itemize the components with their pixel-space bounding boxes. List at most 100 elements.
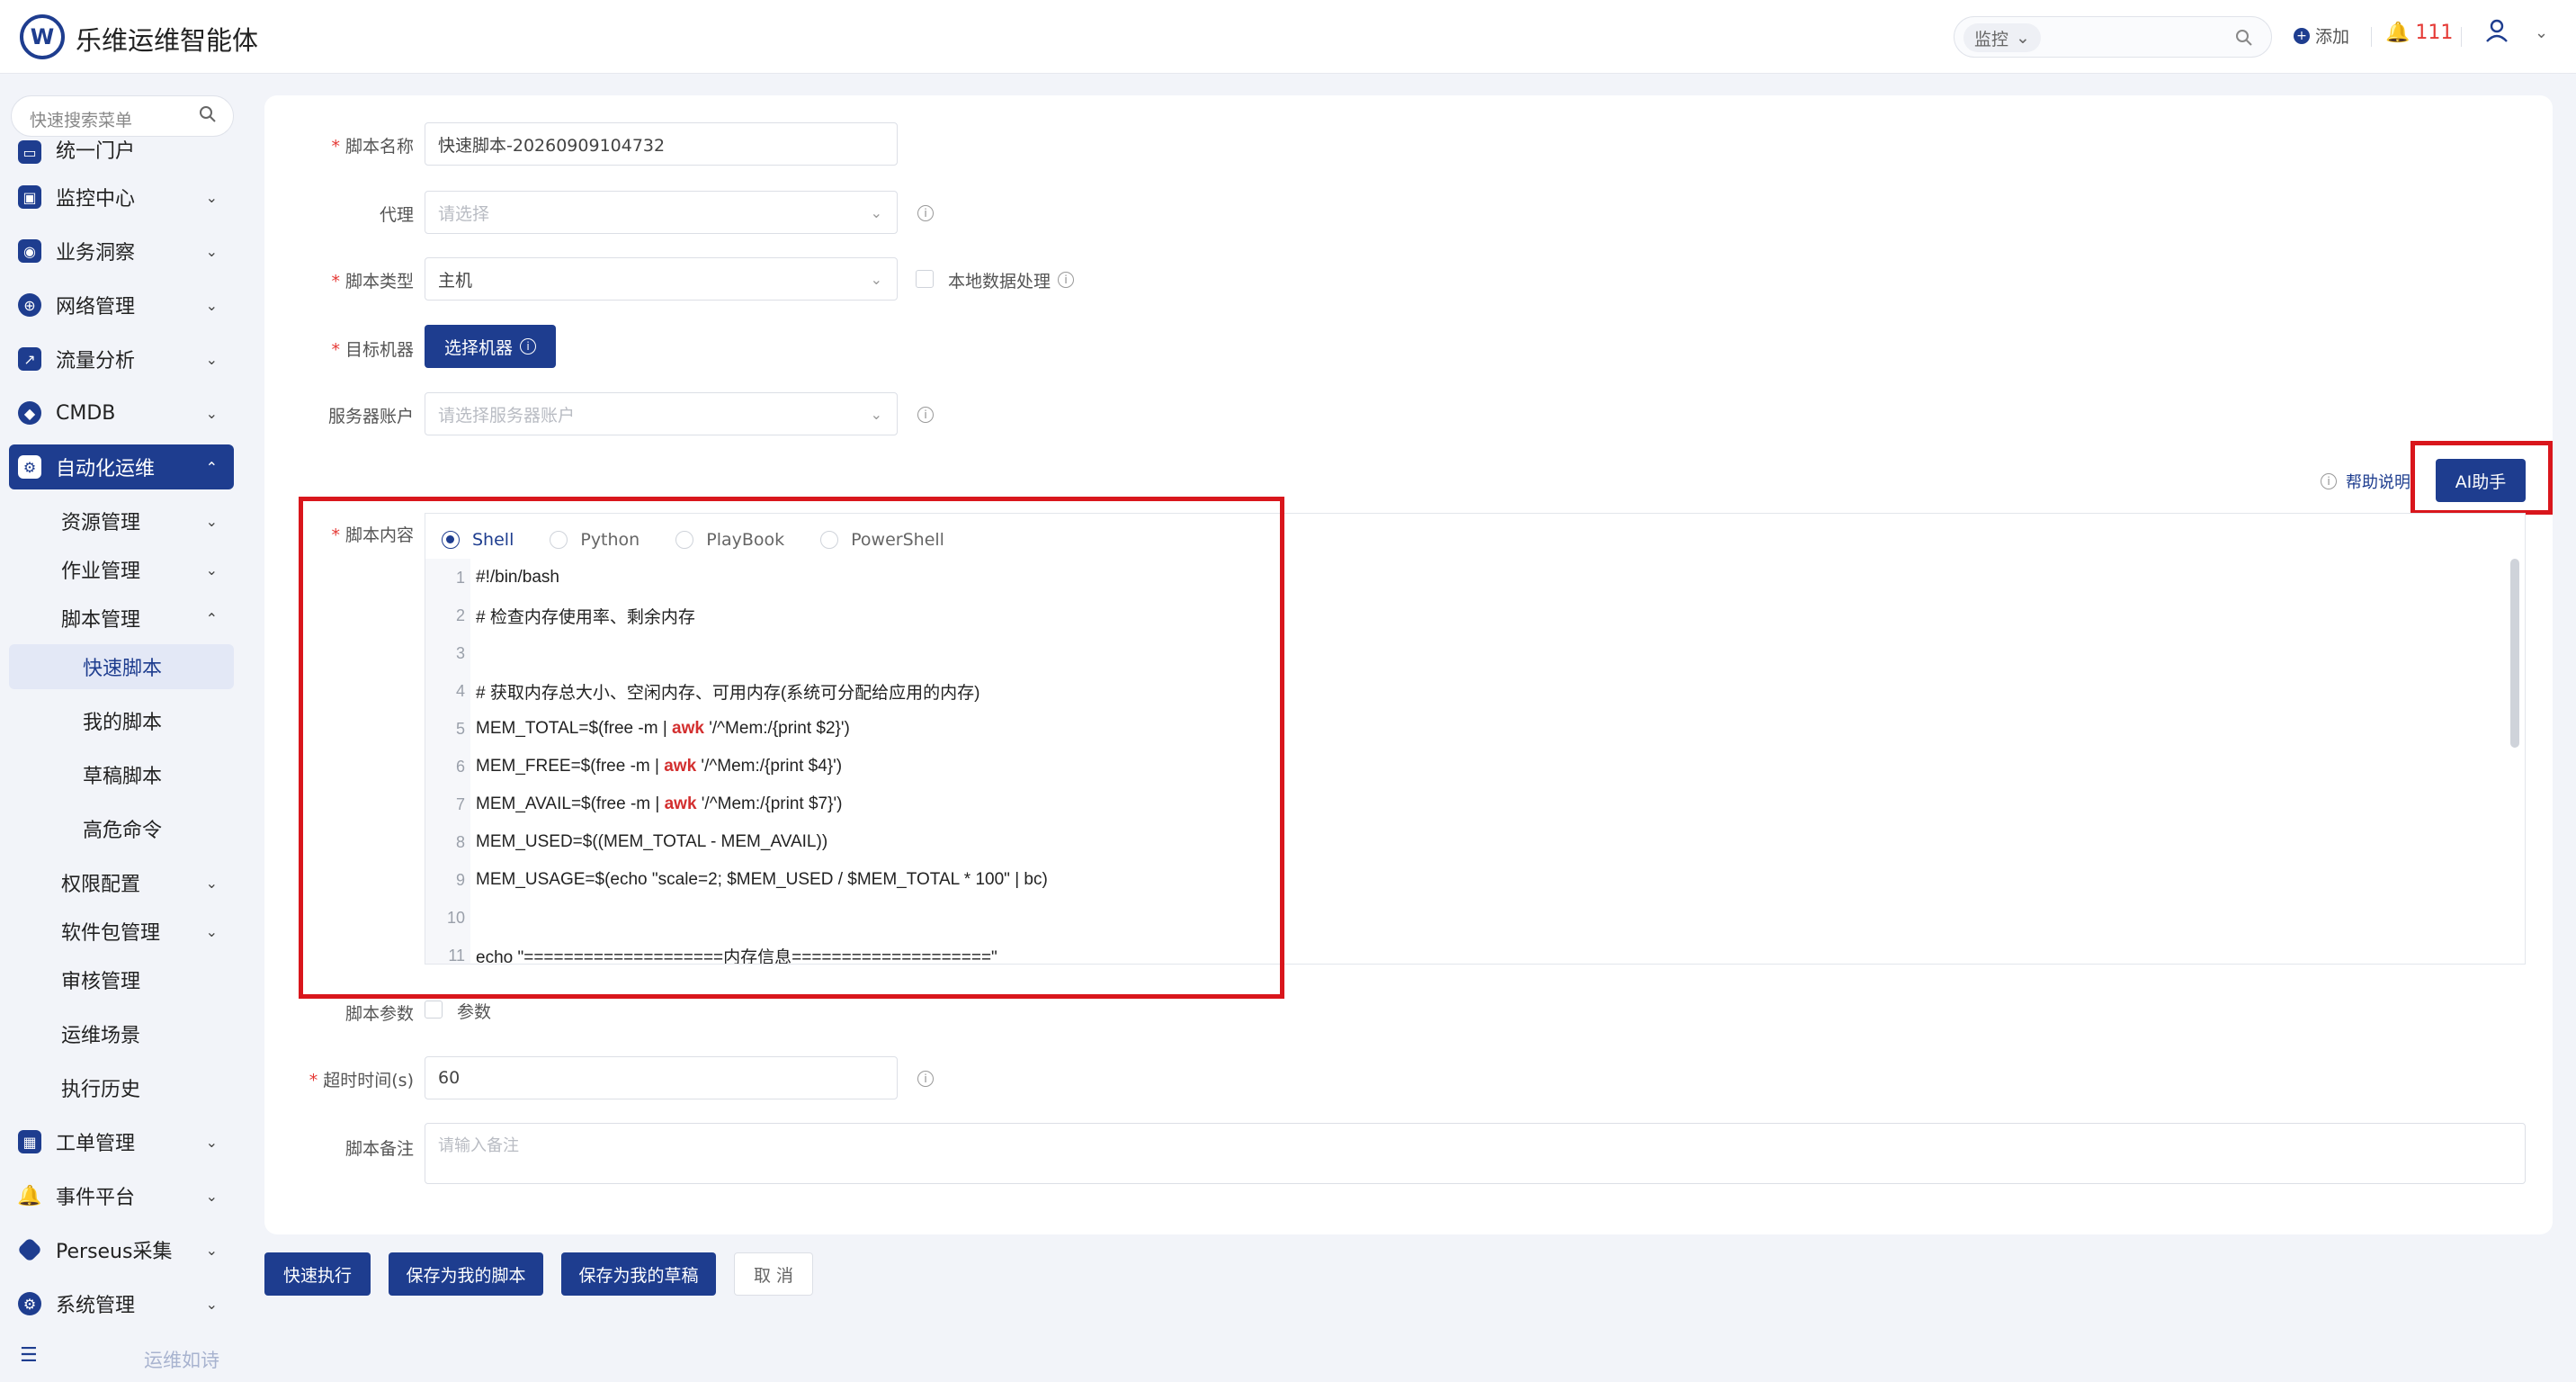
sidebar-item-portal[interactable]: ▭ 统一门户	[9, 137, 234, 164]
portal-icon: ▭	[18, 140, 41, 164]
chevron-down-icon: ⌄	[205, 350, 218, 368]
sidebar-item-resource[interactable]: 资源管理 ⌄	[9, 498, 234, 543]
remark-textarea[interactable]: 请输入备注	[425, 1123, 2526, 1184]
chevron-down-icon: ⌄	[870, 270, 882, 288]
sidebar-item-label: 我的脚本	[83, 712, 163, 734]
sidebar-item-traffic[interactable]: ↗ 流量分析 ⌄	[9, 337, 234, 381]
chevron-down-icon: ⌄	[205, 1133, 218, 1151]
cancel-button[interactable]: 取 消	[734, 1252, 813, 1296]
search-scope-label: 监控	[1974, 29, 2009, 49]
sidebar-item-quick-script[interactable]: 快速脚本	[9, 644, 234, 689]
menu-search-placeholder: 快速搜索菜单	[30, 111, 133, 130]
sidebar-item-scenario[interactable]: 运维场景	[9, 1011, 234, 1056]
sidebar-item-permission[interactable]: 权限配置 ⌄	[9, 860, 234, 905]
sidebar-item-label: 执行历史	[61, 1079, 141, 1101]
gear-icon: ⚙	[18, 1292, 41, 1315]
sidebar-item-job[interactable]: 作业管理 ⌄	[9, 547, 234, 592]
sidebar-item-label: 高危命令	[83, 820, 163, 842]
save-my-script-button[interactable]: 保存为我的脚本	[389, 1252, 543, 1296]
sidebar-item-automation[interactable]: ⚙ 自动化运维 ⌃	[9, 444, 234, 489]
help-link[interactable]: i 帮助说明	[2321, 470, 2411, 493]
target-machine-label: * 目标机器	[331, 340, 414, 360]
script-type-value: 主机	[438, 270, 473, 291]
chevron-down-icon[interactable]: ⌄	[2535, 23, 2548, 42]
timeout-label: * 超时时间(s)	[309, 1071, 414, 1090]
search-icon[interactable]	[2235, 29, 2253, 51]
editor-scrollbar[interactable]	[2510, 559, 2519, 748]
gear-icon: ⚙	[18, 455, 41, 479]
chevron-down-icon: ⌄	[205, 188, 218, 206]
user-icon[interactable]	[2484, 18, 2509, 49]
sidebar-item-my-script[interactable]: 我的脚本	[9, 698, 234, 743]
chevron-down-icon: ⌄	[870, 203, 882, 221]
select-machine-label: 选择机器	[443, 337, 513, 358]
sidebar: 快速搜索菜单 ▭ 统一门户 ▣ 监控中心 ⌄ ◉ 业务洞察 ⌄ ⊕ 网络管理 ⌄…	[0, 74, 243, 1382]
business-icon: ◉	[18, 239, 41, 263]
alert-count: 111	[2415, 22, 2454, 44]
info-icon: i	[2321, 473, 2337, 489]
collapse-menu-icon[interactable]: ☰	[20, 1344, 38, 1367]
sidebar-item-package[interactable]: 软件包管理 ⌄	[9, 909, 234, 954]
proxy-placeholder: 请选择	[438, 203, 490, 224]
diamond-icon	[16, 1236, 43, 1263]
sidebar-item-history[interactable]: 执行历史	[9, 1065, 234, 1110]
bell-icon: 🔔	[2385, 22, 2411, 44]
add-button[interactable]: + 添加	[2294, 23, 2349, 48]
params-checkbox-label: 参数	[457, 1002, 492, 1022]
script-name-label: * 脚本名称	[331, 137, 414, 157]
sidebar-item-label: 工单管理	[56, 1133, 136, 1155]
sidebar-item-perseus[interactable]: Perseus采集 ⌄	[9, 1227, 234, 1272]
sidebar-item-script[interactable]: 脚本管理 ⌃	[9, 596, 234, 641]
sidebar-item-label: 软件包管理	[61, 922, 161, 945]
sidebar-item-ticket[interactable]: ▦ 工单管理 ⌄	[9, 1119, 234, 1164]
sidebar-item-system[interactable]: ⚙ 系统管理 ⌄	[9, 1281, 234, 1326]
menu-search-input[interactable]: 快速搜索菜单	[11, 95, 234, 137]
sidebar-item-label: 权限配置	[61, 874, 141, 896]
chevron-down-icon: ⌄	[205, 242, 218, 260]
server-account-select[interactable]: 请选择服务器账户 ⌄	[425, 392, 898, 435]
save-draft-button[interactable]: 保存为我的草稿	[561, 1252, 716, 1296]
script-type-label: * 脚本类型	[331, 272, 414, 292]
plus-icon: +	[2294, 27, 2310, 44]
sidebar-item-audit[interactable]: 审核管理	[9, 957, 234, 1002]
chart-icon: ↗	[18, 347, 41, 371]
script-name-input[interactable]: 快速脚本-20260909104732	[425, 122, 898, 166]
script-type-select[interactable]: 主机 ⌄	[425, 257, 898, 301]
info-icon: i	[520, 338, 536, 354]
sidebar-item-monitor[interactable]: ▣ 监控中心 ⌄	[9, 175, 234, 220]
divider	[2371, 27, 2372, 47]
sidebar-item-event[interactable]: 🔔 事件平台 ⌄	[9, 1173, 234, 1218]
sidebar-item-label: 系统管理	[56, 1295, 136, 1317]
sidebar-item-business[interactable]: ◉ 业务洞察 ⌄	[9, 229, 234, 274]
info-icon[interactable]: i	[1058, 272, 1074, 288]
sidebar-item-label: 脚本管理	[61, 609, 141, 632]
select-machine-button[interactable]: 选择机器 i	[425, 325, 556, 368]
sidebar-item-network[interactable]: ⊕ 网络管理 ⌄	[9, 283, 234, 328]
sidebar-item-label: 自动化运维	[56, 458, 156, 480]
sidebar-item-label: 流量分析	[56, 350, 136, 372]
chevron-up-icon: ⌃	[205, 458, 218, 476]
sidebar-item-label: 草稿脚本	[83, 766, 163, 788]
sidebar-item-cmdb[interactable]: ◆ CMDB ⌄	[9, 390, 234, 435]
info-icon[interactable]: i	[917, 407, 934, 423]
chevron-down-icon: ⌄	[205, 1241, 218, 1259]
chevron-down-icon: ⌄	[870, 405, 882, 423]
quick-run-button[interactable]: 快速执行	[264, 1252, 371, 1296]
sidebar-item-dangerous-cmd[interactable]: 高危命令	[9, 806, 234, 851]
params-checkbox[interactable]	[425, 1001, 443, 1019]
sidebar-item-label: Perseus采集	[56, 1241, 173, 1263]
proxy-select[interactable]: 请选择 ⌄	[425, 191, 898, 234]
header-search[interactable]: 监控 ⌄	[1954, 16, 2272, 58]
info-icon[interactable]: i	[917, 205, 934, 221]
chevron-down-icon: ⌄	[205, 404, 218, 422]
timeout-input[interactable]: 60	[425, 1056, 898, 1099]
info-icon[interactable]: i	[917, 1071, 934, 1087]
sidebar-item-draft-script[interactable]: 草稿脚本	[9, 752, 234, 797]
sidebar-item-label: 网络管理	[56, 296, 136, 319]
sidebar-item-label: 统一门户	[56, 140, 136, 163]
search-scope-select[interactable]: 监控 ⌄	[1963, 23, 2041, 52]
local-data-checkbox[interactable]	[916, 270, 934, 288]
calendar-icon: ▦	[18, 1130, 41, 1153]
alert-button[interactable]: 🔔 111	[2385, 22, 2453, 44]
server-account-placeholder: 请选择服务器账户	[438, 405, 576, 426]
